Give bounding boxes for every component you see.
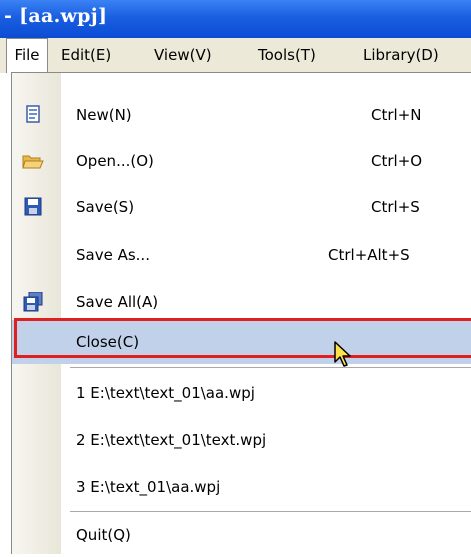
menu-item-shortcut: Ctrl+S	[371, 198, 420, 216]
menu-item-label: 1 E:\text\text_01\aa.wpj	[76, 384, 255, 402]
menu-item-save-as[interactable]: Save As... Ctrl+Alt+S	[12, 233, 471, 277]
menu-item-label: Save(S)	[76, 198, 135, 216]
title-bar: - [aa.wpj]	[0, 0, 471, 38]
new-document-icon	[26, 105, 40, 123]
window-title: - [aa.wpj]	[4, 5, 108, 27]
menu-item-label: New(N)	[76, 106, 132, 124]
menu-file[interactable]: File	[6, 38, 48, 73]
save-disk-icon	[24, 197, 42, 216]
menu-bar: File Edit(E) View(V) Tools(T) Library(D)	[0, 38, 471, 73]
menu-edit[interactable]: Edit(E)	[61, 38, 111, 73]
menu-library[interactable]: Library(D)	[363, 38, 439, 73]
menu-item-shortcut: Ctrl+O	[371, 152, 423, 170]
menu-item-shortcut: Ctrl+N	[371, 106, 422, 124]
menu-view[interactable]: View(V)	[154, 38, 212, 73]
open-folder-icon	[22, 155, 44, 169]
menu-item-label: Quit(Q)	[76, 526, 131, 544]
menu-item-label: Open...(O)	[76, 152, 154, 170]
menu-item-recent-file[interactable]: 3 E:\text_01\aa.wpj	[12, 465, 471, 509]
menu-item-label: 2 E:\text\text_01\text.wpj	[76, 431, 267, 449]
menu-item-recent-file[interactable]: 1 E:\text\text_01\aa.wpj	[12, 371, 471, 415]
file-menu-dropdown: New(N) Ctrl+N Open...(O) Ctrl+O Save(S) …	[11, 72, 471, 554]
mouse-pointer-icon	[334, 341, 351, 367]
menu-separator	[70, 367, 471, 368]
menu-item-label: 3 E:\text_01\aa.wpj	[76, 478, 221, 496]
menu-separator	[70, 511, 471, 512]
menu-item-shortcut: Ctrl+Alt+S	[328, 246, 410, 264]
menu-item-label: Save As...	[76, 246, 150, 264]
menu-item-new[interactable]: New(N) Ctrl+N	[12, 93, 471, 137]
menu-item-recent-file[interactable]: 2 E:\text\text_01\text.wpj	[12, 418, 471, 462]
save-all-icon	[23, 292, 43, 312]
menu-item-save[interactable]: Save(S) Ctrl+S	[12, 185, 471, 229]
menu-item-quit[interactable]: Quit(Q)	[12, 513, 471, 557]
menu-item-open[interactable]: Open...(O) Ctrl+O	[12, 139, 471, 183]
menu-tools[interactable]: Tools(T)	[258, 38, 316, 73]
annotation-highlight-box	[14, 318, 471, 358]
